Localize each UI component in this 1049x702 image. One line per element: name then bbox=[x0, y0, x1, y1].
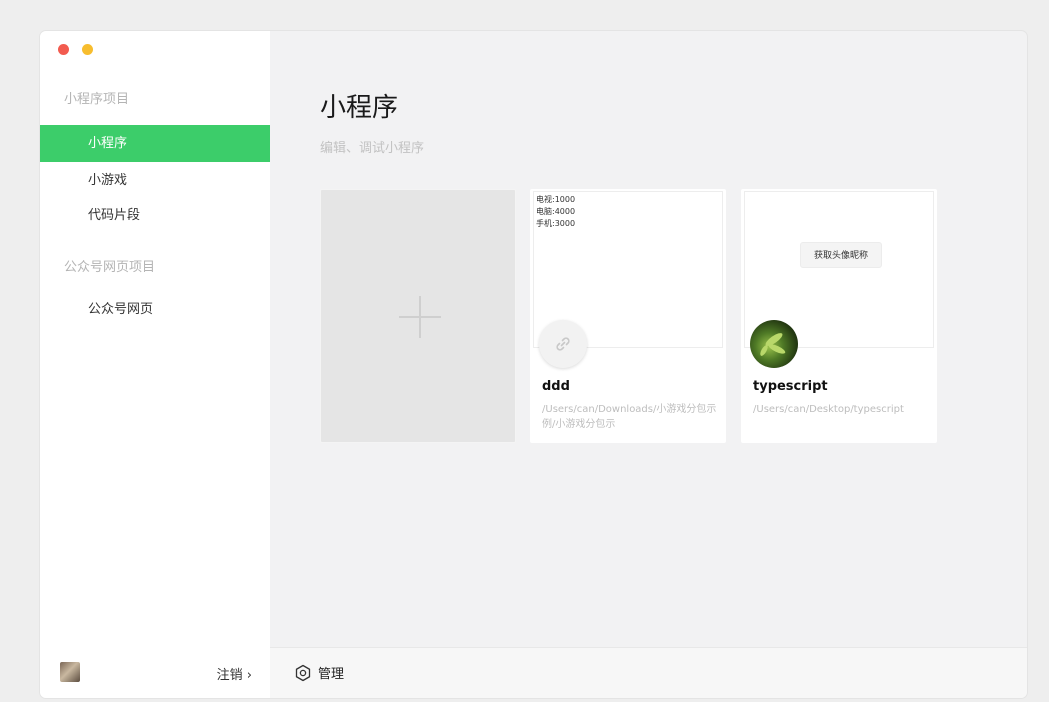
close-window-button[interactable] bbox=[58, 44, 69, 55]
project-name: typescript bbox=[753, 379, 828, 394]
section-title-official-account: 公众号网页项目 bbox=[64, 260, 156, 275]
link-icon bbox=[539, 320, 587, 368]
project-name: ddd bbox=[542, 379, 570, 394]
preview-text: 电视:1000 电脑:4000 手机:3000 bbox=[536, 195, 576, 228]
sidebar-item-minigame[interactable]: 小游戏 bbox=[40, 162, 270, 199]
sidebar-footer: 注销 › bbox=[40, 648, 270, 698]
project-card-ddd[interactable]: 电视:1000 电脑:4000 手机:3000 ddd /Users/can/D… bbox=[530, 189, 726, 443]
manage-button[interactable]: 管理 bbox=[294, 663, 344, 682]
project-avatar-icon bbox=[750, 320, 798, 368]
sidebar: 小程序项目 小程序 小游戏 代码片段 公众号网页项目 公众号网页 注销 › bbox=[40, 31, 270, 698]
manage-label: 管理 bbox=[318, 667, 345, 682]
page-subtitle: 编辑、调试小程序 bbox=[320, 141, 425, 156]
sidebar-item-miniprogram[interactable]: 小程序 bbox=[40, 125, 270, 162]
section-title-miniprogram: 小程序项目 bbox=[64, 92, 130, 107]
get-avatar-nickname-button: 获取头像昵称 bbox=[800, 242, 882, 268]
logout-button[interactable]: 注销 › bbox=[217, 664, 252, 683]
main-panel: 小程序 编辑、调试小程序 电视:1000 电脑:4000 手机:3000 ddd… bbox=[270, 31, 1027, 698]
project-path: /Users/can/Desktop/typescript bbox=[753, 404, 904, 415]
sidebar-item-code-snippets[interactable]: 代码片段 bbox=[40, 197, 270, 234]
project-path: /Users/can/Downloads/小游戏分包示例/小游戏分包示 bbox=[542, 404, 717, 430]
minimize-window-button[interactable] bbox=[82, 44, 93, 55]
project-card-typescript[interactable]: 获取头像昵称 typescript /Users/can/Desktop/typ… bbox=[741, 189, 937, 443]
bottom-bar: 管理 bbox=[270, 647, 1027, 698]
gear-icon bbox=[295, 664, 311, 681]
user-avatar[interactable] bbox=[60, 662, 80, 682]
app-window: 小程序项目 小程序 小游戏 代码片段 公众号网页项目 公众号网页 注销 › 小程… bbox=[40, 31, 1027, 698]
page-title: 小程序 bbox=[320, 93, 399, 123]
sidebar-item-official-account-web[interactable]: 公众号网页 bbox=[40, 291, 270, 328]
new-project-card[interactable] bbox=[320, 189, 516, 443]
